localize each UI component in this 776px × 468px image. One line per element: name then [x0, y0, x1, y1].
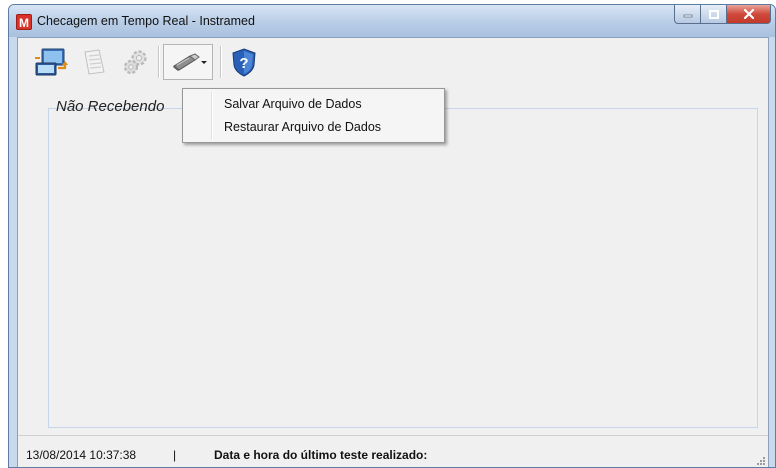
usb-drive-icon	[173, 53, 200, 71]
resize-grip-icon[interactable]	[756, 456, 766, 466]
window-title: Checagem em Tempo Real - Instramed	[37, 14, 255, 28]
chevron-down-icon	[201, 61, 207, 64]
minimize-icon	[683, 14, 692, 18]
status-bar: 13/08/2014 10:37:38 | Data e hora do últ…	[18, 435, 768, 467]
connect-button[interactable]	[32, 44, 70, 80]
connection-status-label: Não Recebendo	[56, 98, 165, 115]
status-separator: |	[173, 448, 177, 462]
window-controls	[674, 5, 771, 25]
toolbar-separator	[158, 46, 160, 78]
computer-transfer-icon	[35, 48, 68, 76]
maximize-button[interactable]	[701, 5, 727, 24]
usb-dropdown-button[interactable]	[163, 44, 213, 80]
toolbar: ?	[18, 38, 768, 86]
menu-item-restore-data-file[interactable]: Restaurar Arquivo de Dados	[186, 116, 441, 138]
title-bar[interactable]: M Checagem em Tempo Real - Instramed	[9, 5, 775, 37]
close-icon	[743, 9, 754, 19]
document-icon	[84, 49, 105, 75]
usb-dropdown-menu: Salvar Arquivo de Dados Restaurar Arquiv…	[182, 88, 445, 143]
minimize-button[interactable]	[674, 5, 701, 24]
toolbar-separator	[220, 46, 222, 78]
gear-icon	[123, 50, 147, 75]
data-panel	[48, 108, 758, 428]
help-shield-icon: ?	[232, 48, 256, 77]
last-test-datetime: 13/08/2014 10:37:38	[26, 448, 137, 462]
menu-item-save-data-file[interactable]: Salvar Arquivo de Dados	[186, 93, 441, 115]
maximize-icon	[708, 9, 719, 19]
app-window: M Checagem em Tempo Real - Instramed ? N…	[8, 4, 776, 468]
app-icon[interactable]: M	[16, 14, 32, 30]
close-button[interactable]	[727, 5, 771, 24]
last-test-label: Data e hora do último teste realizado:	[214, 448, 428, 462]
help-button[interactable]: ?	[226, 44, 262, 80]
report-button[interactable]	[76, 44, 112, 80]
svg-text:?: ?	[239, 55, 248, 72]
settings-button[interactable]	[118, 44, 154, 80]
